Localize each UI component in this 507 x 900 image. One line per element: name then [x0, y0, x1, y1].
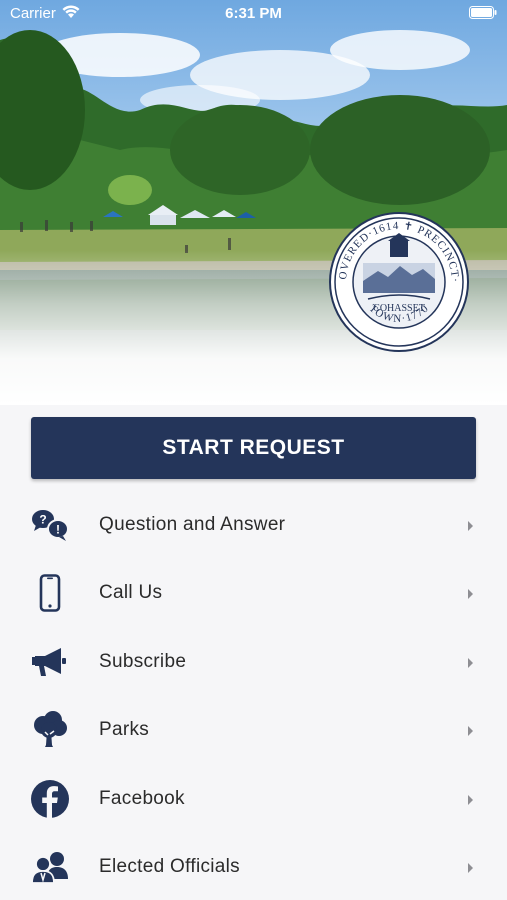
chevron-right-icon: [467, 724, 475, 742]
chevron-right-icon: [467, 656, 475, 674]
chevron-right-icon: [467, 587, 475, 605]
officials-icon: [28, 847, 72, 887]
start-request-button[interactable]: START REQUEST: [31, 417, 476, 479]
menu-item-label: Subscribe: [99, 651, 187, 672]
menu-item-label: Question and Answer: [99, 514, 286, 535]
svg-text:!: !: [56, 523, 60, 537]
megaphone-icon: [28, 642, 72, 682]
question-answer-icon: ? !: [28, 505, 72, 545]
town-seal-logo: DISCOVERED·1614 ✝ PRECINCT·1717 COHASSET…: [324, 202, 470, 353]
chevron-right-icon: [467, 861, 475, 879]
menu-item-question-and-answer[interactable]: ? ! Question and Answer: [0, 492, 507, 558]
menu-item-label: Parks: [99, 719, 150, 740]
menu-item-label: Elected Officials: [99, 856, 240, 877]
phone-icon: [28, 573, 72, 613]
status-bar: Carrier 6:31 PM: [0, 0, 507, 28]
status-time: 6:31 PM: [225, 5, 282, 22]
facebook-icon: [28, 779, 72, 819]
chevron-right-icon: [467, 519, 475, 537]
menu-item-label: Call Us: [99, 582, 163, 603]
menu-item-call-us[interactable]: Call Us: [0, 560, 507, 626]
menu-item-parks[interactable]: Parks: [0, 697, 507, 763]
battery-icon: [469, 6, 497, 23]
svg-text:?: ?: [39, 513, 46, 527]
menu-item-elected-officials[interactable]: Elected Officials: [0, 834, 507, 900]
chevron-right-icon: [467, 793, 475, 811]
menu-item-facebook[interactable]: Facebook: [0, 766, 507, 832]
menu-item-subscribe[interactable]: Subscribe: [0, 629, 507, 695]
tree-icon: [28, 710, 72, 750]
menu-item-label: Facebook: [99, 788, 185, 809]
